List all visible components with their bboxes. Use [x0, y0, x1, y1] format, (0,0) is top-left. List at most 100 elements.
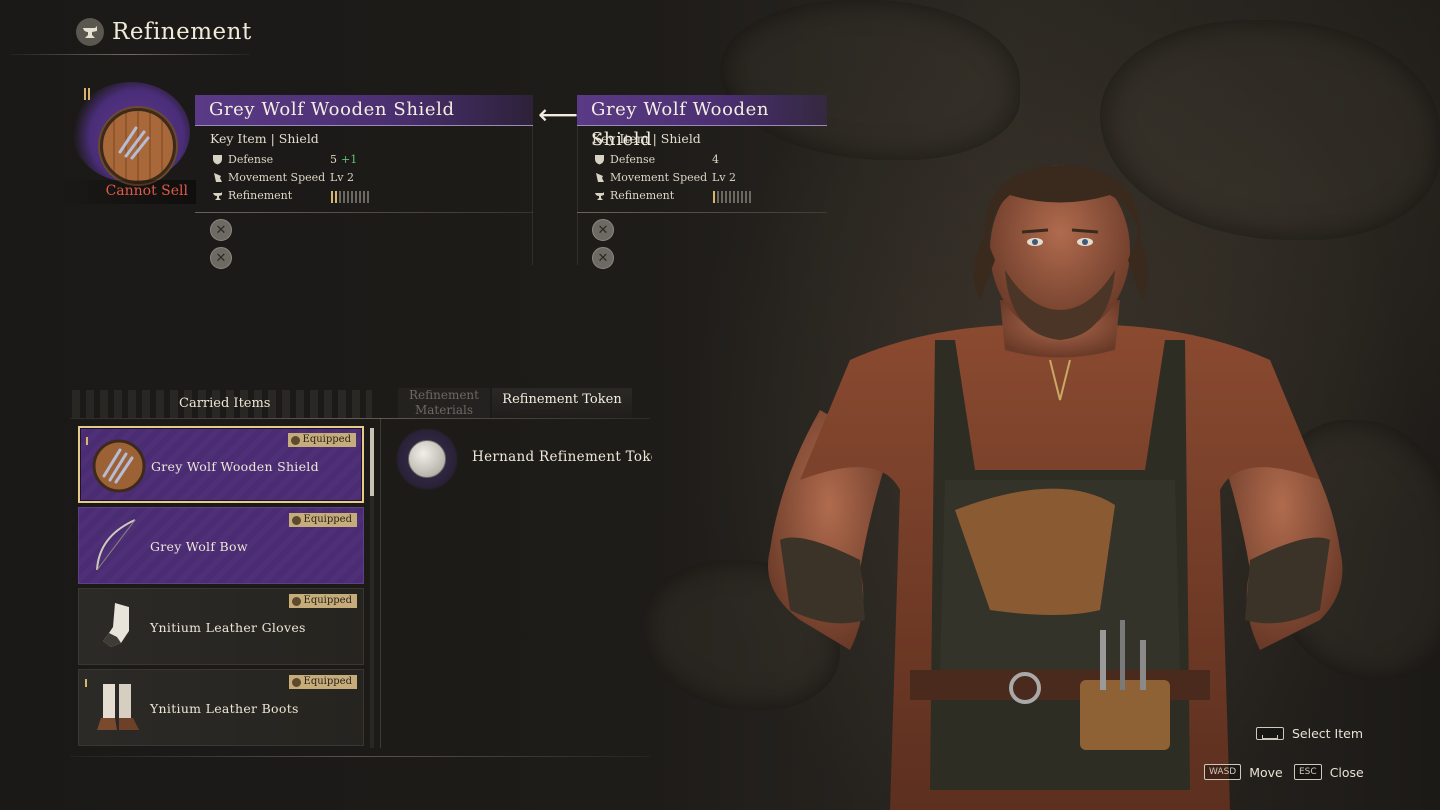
tab-label: Carried Items [179, 396, 271, 411]
control-move[interactable]: WASD Move [1204, 764, 1283, 780]
refinement-tick [367, 191, 369, 203]
refinement-gauge [713, 191, 751, 203]
item-name: Grey Wolf Bow [150, 539, 248, 554]
refinement-level-marker [85, 679, 87, 687]
refinement-tick [347, 191, 349, 203]
list-scrollbar-thumb[interactable] [370, 428, 374, 496]
tabs-divider [70, 418, 650, 419]
carried-items-list: Grey Wolf Wooden Shield Equipped Grey Wo… [78, 426, 364, 750]
stat-refinement: Refinement [577, 188, 827, 206]
item-name: Grey Wolf Wooden Shield [577, 95, 827, 150]
header-divider [10, 54, 250, 55]
panel-divider [380, 418, 381, 748]
control-select-item[interactable]: Select Item [1256, 726, 1363, 741]
refinement-tick [331, 191, 333, 203]
refinement-level-marker [86, 437, 88, 445]
equipped-icon [291, 596, 301, 606]
refinement-tick [721, 191, 723, 203]
stat-defense: Defense 4 [577, 152, 827, 170]
refinement-tick [713, 191, 715, 203]
list-item[interactable]: Grey Wolf Wooden Shield Equipped [78, 426, 364, 503]
tab-carried-items[interactable]: Carried Items [72, 390, 372, 418]
space-key-icon [1256, 727, 1284, 740]
refinement-tick [725, 191, 727, 203]
item-preview-thumbnail [66, 82, 194, 184]
equipped-badge: Equipped [287, 433, 356, 447]
defense-value: 4 [712, 153, 719, 166]
boot-icon [596, 173, 604, 182]
list-item[interactable]: Grey Wolf Bow Equipped [78, 507, 364, 584]
card-border [532, 125, 533, 265]
empty-augment-slot: ✕ [592, 247, 614, 269]
cannot-sell-label: Cannot Sell [105, 183, 188, 199]
anvil-icon [213, 192, 222, 200]
refinement-tick [737, 191, 739, 203]
refinement-tick [351, 191, 353, 203]
refinement-tick [729, 191, 731, 203]
item-category: Key Item | Shield [210, 131, 319, 146]
refinement-tick [343, 191, 345, 203]
empty-augment-slot: ✕ [592, 219, 614, 241]
page-title: Refinement [112, 19, 252, 45]
movement-speed-value: Lv 2 [330, 171, 355, 184]
stat-refinement: Refinement [195, 188, 533, 206]
boots-icon [97, 684, 139, 730]
card-border [577, 125, 578, 265]
refinement-token-item[interactable]: Hernand Refinement Token [396, 428, 666, 490]
esc-key-icon: ESC [1294, 764, 1322, 780]
list-item[interactable]: Ynitium Leather Boots Equipped [78, 669, 364, 746]
defense-bonus: +1 [341, 153, 358, 166]
refinement-level-marker [84, 88, 86, 100]
equipped-icon [290, 435, 300, 445]
item-name: Ynitium Leather Boots [150, 701, 299, 716]
refinement-tick [733, 191, 735, 203]
stat-movement-speed: Movement Speed Lv 2 [195, 170, 533, 188]
item-name: Grey Wolf Wooden Shield [195, 95, 533, 126]
equipped-badge: Equipped [288, 594, 357, 608]
card-divider [577, 212, 827, 213]
anvil-icon [76, 18, 104, 46]
refined-stats-card: Grey Wolf Wooden Shield Key Item | Shiel… [195, 95, 533, 269]
card-divider [195, 212, 533, 213]
boot-icon [214, 173, 222, 182]
refinement-tick [359, 191, 361, 203]
refinement-tick [335, 191, 337, 203]
stat-movement-speed: Movement Speed Lv 2 [577, 170, 827, 188]
current-stats-card: Grey Wolf Wooden Shield Key Item | Shiel… [577, 95, 827, 269]
equipped-badge: Equipped [288, 675, 357, 689]
panel-bottom-divider [70, 756, 650, 757]
wasd-key-icon: WASD [1204, 764, 1242, 780]
tab-refinement-materials[interactable]: Refinement Materials [398, 388, 490, 418]
wolf-claw-emblem [118, 126, 150, 160]
equipped-icon [291, 515, 301, 525]
item-name: Grey Wolf Wooden Shield [151, 459, 319, 474]
refinement-gauge [331, 191, 369, 203]
refinement-tick [363, 191, 365, 203]
shield-icon [595, 155, 604, 165]
tab-refinement-token[interactable]: Refinement Token [492, 388, 632, 418]
anvil-icon [595, 192, 604, 200]
item-name: Ynitium Leather Gloves [150, 620, 306, 635]
refinement-tick [745, 191, 747, 203]
equipped-icon [291, 677, 301, 687]
refinement-tick [717, 191, 719, 203]
list-item[interactable]: Ynitium Leather Gloves Equipped [78, 588, 364, 665]
compare-arrow-icon: ⟵ [538, 98, 579, 131]
stat-defense: Defense 5 +1 [195, 152, 533, 170]
movement-speed-value: Lv 2 [712, 171, 737, 184]
refinement-tick [339, 191, 341, 203]
defense-value: 5 [330, 153, 337, 166]
screen-header: Refinement [76, 18, 252, 46]
equipped-badge: Equipped [288, 513, 357, 527]
gloves-icon [103, 603, 129, 647]
refinement-tick [741, 191, 743, 203]
shield-icon [213, 155, 222, 165]
empty-augment-slot: ✕ [210, 219, 232, 241]
wooden-shield-icon [92, 439, 146, 493]
refinement-tick [355, 191, 357, 203]
token-name: Hernand Refinement Token [472, 449, 652, 465]
control-close[interactable]: ESC Close [1294, 764, 1364, 780]
empty-augment-slot: ✕ [210, 247, 232, 269]
bow-icon [96, 519, 136, 571]
blacksmith-npc [768, 165, 1343, 810]
